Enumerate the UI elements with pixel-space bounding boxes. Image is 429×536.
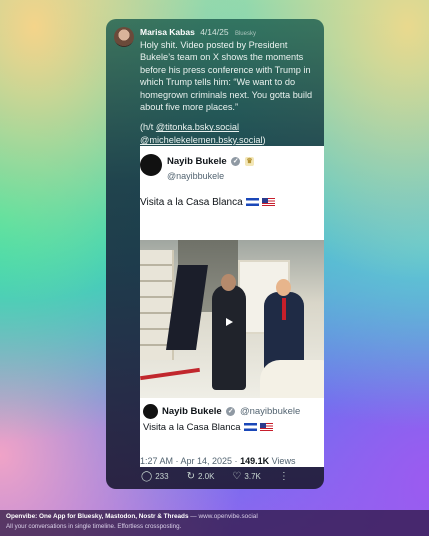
post-paragraph: Holy shit. Video posted by President Buk… bbox=[140, 40, 313, 113]
repost-button[interactable]: ↻ 2.0K bbox=[186, 470, 215, 482]
video-sofa bbox=[260, 360, 324, 398]
post-header: Marisa Kabas 4/14/25 Bluesky bbox=[140, 27, 256, 37]
embedded-tweet[interactable]: Nayib Bukele ✓ ♛ @nayibbukele Visita a l… bbox=[140, 146, 324, 467]
credits-suffix: ) bbox=[262, 134, 266, 145]
embed-author: Nayib Bukele ✓ ♛ bbox=[167, 156, 254, 167]
quote-text: Visita a la Casa Blanca bbox=[143, 422, 273, 433]
mention-link-titonka[interactable]: @titonka.bsky.social bbox=[156, 122, 239, 132]
verified-icon: ✓ bbox=[231, 156, 241, 166]
flag-sv-icon bbox=[245, 198, 259, 207]
platform-label: Bluesky bbox=[234, 31, 256, 37]
repost-icon: ↻ bbox=[186, 470, 195, 482]
credits-prefix: (h/t bbox=[140, 122, 156, 133]
views-label: Views bbox=[269, 456, 296, 466]
views-count: 149.1K bbox=[240, 456, 270, 466]
action-bar: ◯ 233 ↻ 2.0K ♡ 3.7K ⋮ bbox=[141, 471, 289, 482]
video-person-left bbox=[212, 285, 246, 390]
flag-sv-icon bbox=[243, 423, 257, 432]
like-button[interactable]: ♡ 3.7K bbox=[232, 470, 261, 482]
embed-text: Visita a la Casa Blanca bbox=[140, 197, 275, 208]
flag-us-icon bbox=[261, 198, 275, 207]
embed-text-label: Visita a la Casa Blanca bbox=[140, 197, 243, 208]
post-date: 4/14/25 bbox=[200, 27, 229, 37]
quote-avatar bbox=[143, 404, 158, 419]
tweet-meta: 1:27 AM · Apr 14, 2025 · 149.1K Views bbox=[140, 456, 295, 466]
footer-banner: Openvibe: One App for Bluesky, Mastodon,… bbox=[0, 510, 429, 536]
flag-us-icon bbox=[259, 423, 273, 432]
embed-author-name: Nayib Bukele bbox=[167, 156, 227, 167]
tweet-time: 1:27 AM · Apr 14, 2025 · bbox=[140, 456, 241, 466]
post-card: Marisa Kabas 4/14/25 Bluesky Holy shit. … bbox=[106, 19, 324, 489]
mention-link-michelekelemen[interactable]: @michelekelemen.bsky.social bbox=[140, 135, 263, 145]
video-head-right bbox=[276, 279, 291, 296]
author-name[interactable]: Marisa Kabas bbox=[140, 27, 195, 37]
like-icon: ♡ bbox=[232, 470, 242, 482]
video-head-left bbox=[221, 274, 236, 291]
embed-avatar bbox=[140, 154, 162, 176]
video-rope bbox=[140, 367, 200, 381]
play-icon[interactable] bbox=[226, 318, 233, 326]
post-text: Holy shit. Video posted by President Buk… bbox=[140, 39, 318, 154]
like-count: 3.7K bbox=[244, 472, 261, 481]
repost-count: 2.0K bbox=[197, 472, 215, 481]
more-icon[interactable]: ⋮ bbox=[279, 471, 289, 482]
footer-tagline: Openvibe: One App for Bluesky, Mastodon,… bbox=[6, 513, 189, 520]
reply-icon: ◯ bbox=[141, 470, 153, 482]
embed-handle: @nayibbukele bbox=[167, 171, 225, 181]
reply-button[interactable]: ◯ 233 bbox=[141, 470, 169, 482]
footer-line1: Openvibe: One App for Bluesky, Mastodon,… bbox=[6, 513, 258, 520]
quote-handle: @nayibbukele bbox=[239, 406, 301, 417]
footer-url[interactable]: — www.openvibe.social bbox=[189, 513, 258, 520]
video-tie bbox=[282, 298, 286, 320]
quote-text-label: Visita a la Casa Blanca bbox=[143, 422, 241, 433]
quote-author-name: Nayib Bukele bbox=[162, 406, 222, 417]
video-thumbnail[interactable] bbox=[140, 240, 324, 398]
quote-author: Nayib Bukele ✓ @nayibbukele bbox=[162, 406, 300, 417]
crown-icon: ♛ bbox=[244, 156, 254, 166]
post-credits: (h/t @titonka.bsky.social @michelekelemen… bbox=[140, 121, 318, 146]
avatar[interactable] bbox=[114, 27, 134, 47]
verified-icon: ✓ bbox=[226, 406, 236, 416]
footer-line2: All your conversations in single timelin… bbox=[6, 523, 182, 530]
reply-count: 233 bbox=[155, 472, 169, 481]
